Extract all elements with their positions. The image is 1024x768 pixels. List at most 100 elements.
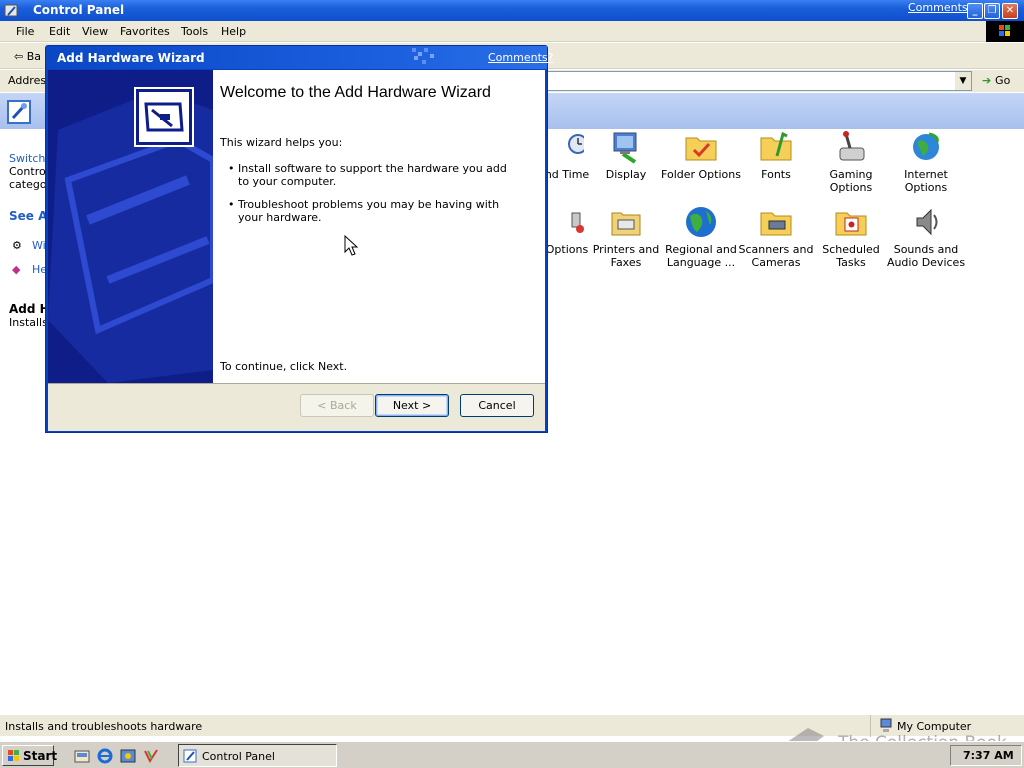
windows-flag-icon: [8, 750, 19, 761]
wizard-titlebar[interactable]: Add Hardware Wizard Comments?: [46, 46, 553, 69]
control-panel-large-icon: [7, 100, 31, 124]
back-label: Ba: [26, 50, 42, 63]
item-label: Folder Options: [661, 168, 741, 181]
status-text: Installs and troubleshoots hardware: [5, 720, 203, 733]
system-tray: 7:37 AM: [950, 745, 1022, 766]
fonts-folder-icon: [760, 131, 792, 161]
task-label: Control Panel: [202, 750, 275, 763]
control-panel-titlebar[interactable]: Control Panel Comments? _ ❐ ✕: [0, 0, 1024, 21]
wizard-side-graphic: [48, 70, 213, 383]
wizard-title: Add Hardware Wizard: [57, 51, 205, 65]
scheduled-tasks-icon: [835, 212, 867, 236]
see-also-item-1[interactable]: Wi: [32, 239, 45, 252]
see-also-heading: See Al: [9, 209, 45, 223]
internet-icon: [913, 132, 939, 160]
back-arrow-icon: ⇦: [14, 50, 27, 63]
taskbar: Start Control Panel 7:37 AM: [0, 741, 1024, 768]
media-player-icon[interactable]: [120, 748, 136, 764]
switch-view-line2: Control: [9, 165, 45, 178]
regional-language-item[interactable]: Regional and Language ...: [661, 205, 741, 269]
speaker-icon: [916, 208, 938, 236]
control-panel-small-icon: [183, 749, 197, 763]
wizard-intro: This wizard helps you:: [220, 136, 343, 149]
minimize-button[interactable]: _: [967, 3, 983, 19]
windows-logo-icon: [986, 21, 1024, 42]
printer-icon: [611, 212, 641, 236]
wizard-footer: < Back Next > Cancel: [48, 383, 545, 431]
menu-tools[interactable]: Tools: [181, 25, 208, 38]
window-title: Control Panel: [33, 3, 125, 17]
address-label: Addres: [8, 74, 47, 87]
go-arrow-icon: ➔: [982, 74, 996, 87]
add-hardware-wizard-dialog: Add Hardware Wizard Comments? Welcome to…: [45, 45, 553, 433]
comments-link[interactable]: Comments?: [908, 1, 973, 14]
address-input[interactable]: [540, 71, 972, 91]
item-label: Scheduled Tasks: [822, 243, 880, 269]
windows-update-icon: ⚙: [12, 239, 22, 252]
menu-file[interactable]: File: [16, 25, 34, 38]
item-label: nd Time: [544, 168, 590, 181]
scheduled-tasks-item[interactable]: Scheduled Tasks: [811, 205, 891, 269]
details-description: Installs: [9, 316, 45, 329]
switch-view-link[interactable]: Switch: [9, 152, 45, 165]
menu-edit[interactable]: Edit: [49, 25, 70, 38]
cancel-button[interactable]: Cancel: [460, 394, 534, 417]
sounds-audio-item[interactable]: Sounds and Audio Devices: [886, 205, 966, 269]
internet-options-item[interactable]: Internet Options: [886, 130, 966, 194]
start-button[interactable]: Start: [2, 745, 58, 766]
go-button[interactable]: ➔ Go: [982, 74, 1010, 87]
printers-faxes-item[interactable]: Printers and Faxes: [586, 205, 666, 269]
go-label: Go: [995, 74, 1011, 87]
item-label: Fonts: [761, 168, 791, 181]
bullet-text: Install software to support the hardware…: [238, 162, 507, 188]
hardware-watermark-icon: [48, 70, 213, 383]
bullet-item: • Install software to support the hardwa…: [228, 162, 513, 188]
next-button[interactable]: Next >: [375, 394, 449, 417]
display-icon: [613, 132, 637, 164]
scanners-cameras-item[interactable]: Scanners and Cameras: [736, 205, 816, 269]
close-button[interactable]: ✕: [1002, 3, 1018, 19]
taskbar-control-panel-button[interactable]: Control Panel: [178, 744, 337, 767]
control-panel-icon: [4, 4, 18, 17]
titlebar-pattern-icon: [412, 48, 434, 64]
address-dropdown-icon[interactable]: ▼: [955, 72, 971, 90]
restore-button[interactable]: ❐: [984, 3, 1000, 19]
gaming-icon: [839, 131, 865, 161]
item-label: Display: [605, 168, 647, 181]
folder-options-item[interactable]: Folder Options: [661, 130, 741, 181]
bullet-dot-icon: •: [228, 198, 235, 211]
messenger-icon[interactable]: [143, 748, 159, 764]
fonts-item[interactable]: Fonts: [736, 130, 816, 181]
clock[interactable]: 7:37 AM: [963, 749, 1014, 762]
back-button[interactable]: < Back: [300, 394, 374, 417]
left-task-pane: Switch Control categor See Al ⚙ Wi ◆ He …: [0, 129, 45, 429]
clock-icon: [568, 134, 584, 154]
bullet-item: • Troubleshoot problems you may be havin…: [228, 198, 513, 224]
menu-favorites[interactable]: Favorites: [120, 25, 170, 38]
item-label: Printers and Faxes: [592, 243, 660, 269]
gaming-options-item[interactable]: Gaming Options: [811, 130, 891, 194]
wizard-heading: Welcome to the Add Hardware Wizard: [220, 84, 491, 101]
switch-view-line3: categor: [9, 178, 45, 191]
item-label: Options: [545, 243, 589, 256]
details-title: Add H: [9, 302, 45, 316]
internet-explorer-icon[interactable]: [97, 748, 113, 764]
back-button[interactable]: ⇦ Ba: [14, 50, 41, 63]
item-label: Internet Options: [904, 168, 948, 194]
wizard-continue-text: To continue, click Next.: [220, 360, 348, 373]
wizard-comments-link[interactable]: Comments?: [488, 51, 553, 64]
menu-view[interactable]: View: [82, 25, 108, 38]
start-label: Start: [23, 749, 58, 763]
see-also-item-2[interactable]: He: [32, 263, 45, 276]
display-item[interactable]: Display: [586, 130, 666, 181]
options-icon: [571, 212, 584, 233]
menu-help[interactable]: Help: [221, 25, 246, 38]
bullet-dot-icon: •: [228, 162, 235, 175]
folder-options-icon: [685, 137, 717, 161]
item-label: Sounds and Audio Devices: [886, 243, 966, 269]
bullet-text: Troubleshoot problems you may be having …: [238, 198, 500, 224]
item-label: Regional and Language ...: [665, 243, 737, 269]
show-desktop-icon[interactable]: [74, 748, 90, 764]
item-label: Gaming Options: [829, 168, 873, 194]
item-label: Scanners and Cameras: [738, 243, 814, 269]
